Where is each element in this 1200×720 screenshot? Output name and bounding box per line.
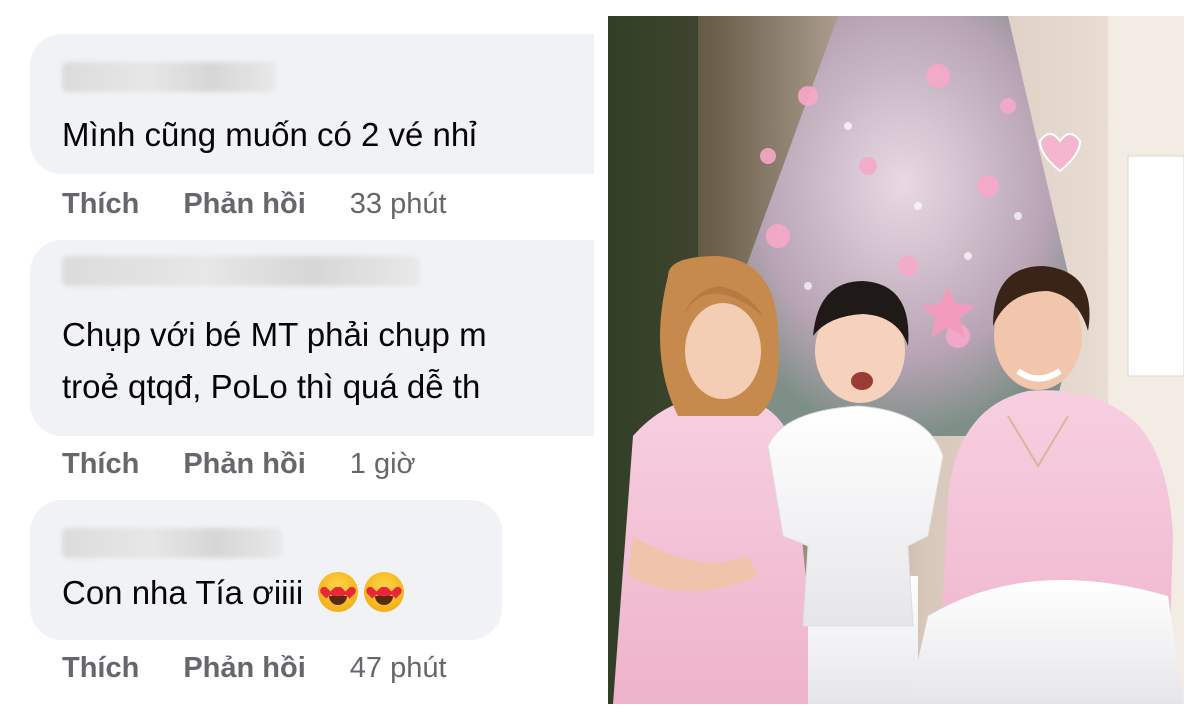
- comment-timestamp[interactable]: 33 phút: [350, 188, 447, 221]
- comment-text: Con nha Tía ơiiii: [62, 570, 405, 616]
- comment-actions: Thích Phản hồi 47 phút: [62, 648, 447, 688]
- comment-text-content: Con nha Tía ơiiii: [62, 574, 304, 611]
- comment-actions: Thích Phản hồi 33 phút: [62, 184, 447, 224]
- like-button[interactable]: Thích: [62, 448, 139, 481]
- comment-bubble: Chụp với bé MT phải chụp m troẻ qtqđ, Po…: [30, 240, 594, 436]
- comment-text-line-2: troẻ qtqđ, PoLo thì quá dễ th: [62, 368, 481, 405]
- heart-eyes-emoji-icon: [318, 572, 359, 613]
- reply-button[interactable]: Phản hồi: [183, 188, 305, 221]
- blurred-commenter-name: [62, 256, 420, 286]
- comment-timestamp[interactable]: 1 giờ: [350, 448, 416, 481]
- like-button[interactable]: Thích: [62, 652, 139, 685]
- comment-bubble: Mình cũng muốn có 2 vé nhỉ: [30, 34, 594, 174]
- heart-eyes-emoji-icon: [364, 572, 405, 613]
- family-photo: [608, 16, 1184, 704]
- reply-button[interactable]: Phản hồi: [183, 652, 305, 685]
- blurred-commenter-name: [62, 528, 282, 558]
- photo-illustration: [608, 16, 1184, 704]
- divider: [594, 0, 608, 720]
- comment-text: Mình cũng muốn có 2 vé nhỉ: [62, 116, 477, 153]
- blurred-commenter-name: [62, 62, 276, 92]
- comment-text-line-1: Chụp với bé MT phải chụp m: [62, 316, 487, 353]
- comment-bubble: Con nha Tía ơiiii: [30, 500, 502, 640]
- comment-actions: Thích Phản hồi 1 giờ: [62, 444, 416, 484]
- like-button[interactable]: Thích: [62, 188, 139, 221]
- comments-panel: Mình cũng muốn có 2 vé nhỉ Thích Phản hồ…: [0, 0, 594, 720]
- reply-button[interactable]: Phản hồi: [183, 448, 305, 481]
- comment-timestamp[interactable]: 47 phút: [350, 652, 447, 685]
